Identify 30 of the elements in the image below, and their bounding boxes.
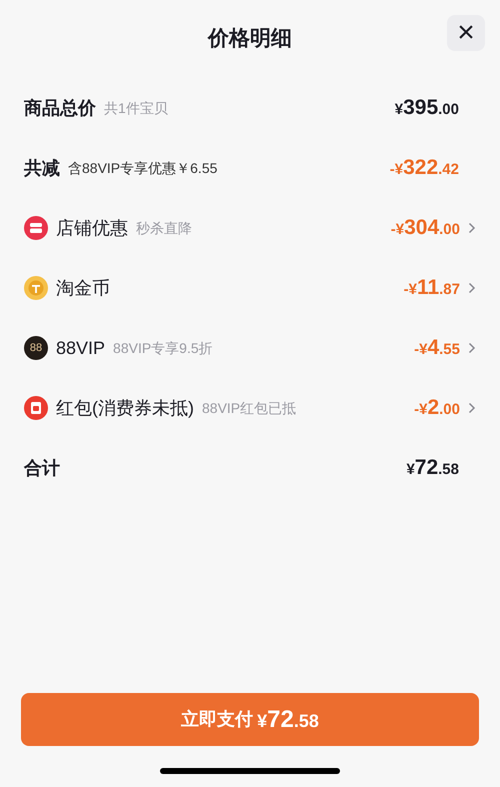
row-amount: -¥2.00 — [414, 395, 460, 422]
row-label: 店铺优惠 — [56, 216, 128, 240]
row-label: 合计 — [24, 456, 60, 480]
row-label: 88VIP — [56, 336, 106, 360]
chevron-right-icon[interactable] — [468, 282, 476, 294]
row-note: 含88VIP专享优惠￥6.55 — [68, 158, 218, 178]
envelope-icon — [24, 396, 48, 420]
row-label: 共减 — [24, 156, 60, 180]
close-button[interactable]: × — [447, 15, 485, 51]
row-note: 秒杀直降 — [136, 218, 192, 238]
vip-badge-icon: 88 — [24, 336, 48, 360]
row-note: 88VIP红包已抵 — [202, 398, 296, 418]
row-amount: ¥72.58 — [406, 455, 459, 482]
pay-amount: ¥72.58 — [257, 704, 319, 734]
row-label: 红包(消费券未抵) — [56, 396, 194, 420]
row-label: 商品总价 — [24, 96, 96, 120]
chevron-right-icon[interactable] — [468, 402, 476, 414]
row-amount: ¥395.00 — [394, 95, 459, 122]
row-amount: -¥322.42 — [390, 155, 459, 182]
shop-icon — [24, 216, 48, 240]
row-note: 共1件宝贝 — [104, 98, 168, 118]
row-amount: -¥304.00 — [390, 215, 460, 242]
chevron-right-icon[interactable] — [468, 222, 476, 234]
chevron-right-icon[interactable] — [468, 342, 476, 354]
coin-icon — [24, 276, 48, 300]
row-note: 88VIP专享9.5折 — [113, 338, 213, 358]
row-amount: -¥4.55 — [414, 335, 460, 362]
row-amount: -¥11.87 — [404, 275, 460, 302]
row-label: 淘金币 — [56, 276, 110, 300]
sheet-title: 价格明细 — [208, 26, 292, 52]
